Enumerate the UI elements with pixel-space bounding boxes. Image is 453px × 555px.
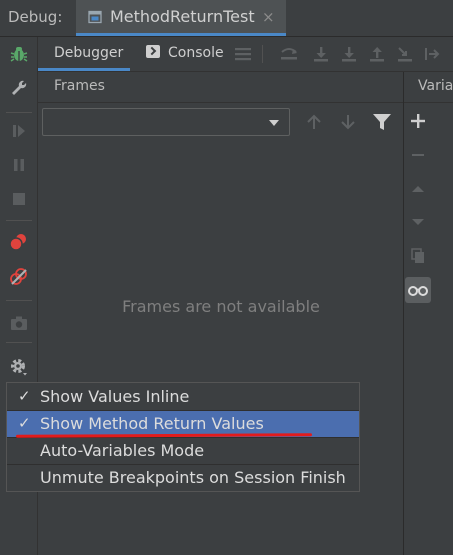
variables-title: Variab [418, 78, 453, 94]
drop-frame-icon[interactable] [394, 43, 416, 65]
next-frame-icon[interactable] [338, 112, 358, 132]
filter-icon[interactable] [371, 112, 393, 132]
frames-empty-message: Frames are not available [122, 297, 320, 316]
menu-item-show-values-inline[interactable]: ✓ Show Values Inline [7, 384, 359, 410]
toolbar-separator [6, 112, 32, 113]
step-into-icon[interactable] [310, 43, 332, 65]
tab-debugger[interactable]: Debugger [38, 37, 130, 71]
debug-subtabs-toolbar: Debugger Console [38, 37, 453, 72]
run-tab-label: MethodReturnTest [110, 7, 255, 26]
show-execution-point-icon[interactable] [278, 43, 300, 65]
tab-console-label: Console [168, 45, 224, 61]
resume-icon[interactable] [9, 121, 29, 141]
menu-item-label: Auto-Variables Mode [40, 441, 205, 460]
step-out-icon[interactable] [366, 43, 388, 65]
debug-label: Debug: [8, 8, 63, 26]
menu-item-unmute-breakpoints[interactable]: Unmute Breakpoints on Session Finish [7, 465, 359, 491]
pause-icon[interactable] [9, 155, 29, 175]
close-icon[interactable]: × [262, 8, 275, 26]
add-watch-icon[interactable] [406, 109, 430, 133]
previous-frame-icon[interactable] [304, 112, 324, 132]
thread-selector-dropdown[interactable] [42, 108, 290, 136]
toolbar-separator [6, 342, 32, 343]
toolbar-separator [262, 45, 263, 63]
frames-title: Frames [54, 78, 105, 94]
force-step-into-icon[interactable] [338, 43, 360, 65]
settings-gear-icon[interactable] [9, 357, 29, 377]
menu-item-label: Show Values Inline [40, 387, 190, 406]
menu-item-label: Unmute Breakpoints on Session Finish [40, 468, 346, 487]
bug-icon[interactable] [9, 44, 29, 64]
variables-panel-header: Variab [404, 72, 453, 103]
menu-item-label: Show Method Return Values [40, 414, 264, 433]
toolbar-separator [6, 220, 32, 221]
copy-watch-icon[interactable] [406, 244, 430, 268]
move-up-icon[interactable] [406, 177, 430, 201]
menu-item-auto-variables-mode[interactable]: Auto-Variables Mode [7, 438, 359, 464]
frames-panel-header: Frames [38, 72, 404, 103]
camera-icon[interactable] [9, 313, 29, 333]
application-icon [88, 10, 102, 24]
mute-breakpoints-icon[interactable] [9, 267, 29, 287]
tab-console[interactable]: Console [146, 37, 226, 71]
stop-icon[interactable] [9, 189, 29, 209]
toolbar-separator [6, 300, 32, 301]
run-to-cursor-icon[interactable] [422, 43, 444, 65]
run-configuration-tab[interactable]: MethodReturnTest × [76, 0, 286, 36]
layout-menu-icon[interactable] [232, 43, 254, 65]
view-breakpoints-icon[interactable] [9, 232, 29, 252]
tab-debugger-label: Debugger [54, 45, 124, 61]
check-icon: ✓ [18, 387, 31, 405]
show-watches-glasses-icon[interactable] [405, 277, 431, 303]
remove-watch-icon[interactable] [406, 143, 430, 167]
chevron-down-icon [269, 120, 279, 126]
debug-tool-window-header: Debug: MethodReturnTest × [0, 0, 453, 37]
check-icon: ✓ [18, 414, 31, 432]
wrench-icon[interactable] [9, 78, 29, 98]
console-icon [146, 45, 160, 58]
move-down-icon[interactable] [406, 210, 430, 234]
